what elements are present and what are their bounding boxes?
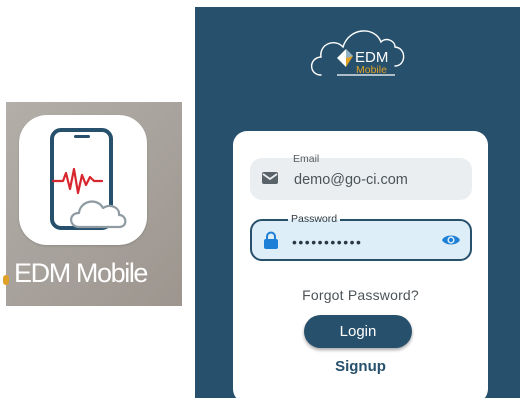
brand-logo: EDM Mobile [309,18,409,87]
email-field[interactable]: Email demo@go-ci.com [250,153,472,200]
app-icon[interactable] [19,115,147,245]
password-field[interactable]: Password ••••••••••• [250,213,472,261]
login-card: Email demo@go-ci.com Password ••••••••••… [233,131,488,403]
password-label: Password [288,213,341,225]
forgot-password-link[interactable]: Forgot Password? [233,287,488,303]
email-input[interactable]: demo@go-ci.com [294,172,408,188]
password-input[interactable]: ••••••••••• [292,234,362,250]
cloud-logo-icon: EDM Mobile [310,30,405,76]
signup-link[interactable]: Signup [233,358,488,375]
brand-sub-text: Mobile [356,64,387,76]
email-label: Email [293,153,320,165]
eye-icon[interactable] [441,232,461,253]
app-icon-tile[interactable]: EDM Mobile [3,102,182,306]
lock-icon [263,231,279,255]
envelope-icon [261,170,279,191]
phone-heartbeat-cloud-icon [50,128,127,230]
app-name-label: EDM Mobile [14,258,148,288]
login-screen: EDM Mobile Email demo@go-ci.com Password [195,7,520,403]
login-button[interactable]: Login [304,315,412,348]
